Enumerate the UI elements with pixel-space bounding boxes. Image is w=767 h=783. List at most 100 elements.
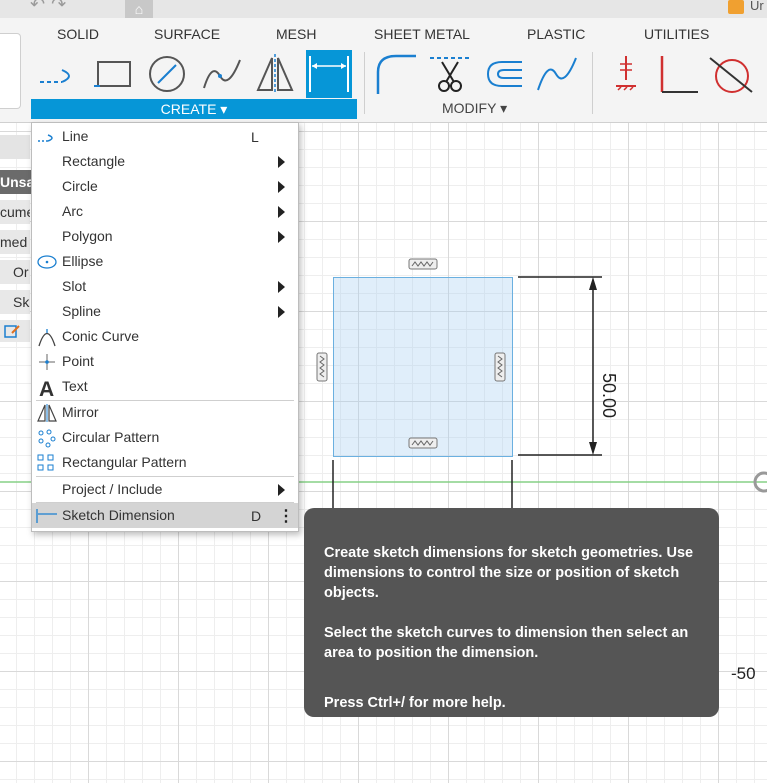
- tangent-icon: [709, 57, 753, 93]
- menu-item-slot[interactable]: Slot: [32, 274, 298, 299]
- hatch-tool-button[interactable]: [604, 50, 650, 98]
- perpendicular-tool-button[interactable]: [656, 50, 702, 98]
- rectangle-icon: [94, 61, 131, 87]
- rectangular-pattern-icon: [36, 453, 58, 473]
- tab-utilities[interactable]: UTILITIES: [644, 26, 709, 42]
- menu-item-circular-pattern[interactable]: Circular Pattern: [32, 425, 298, 450]
- menu-item-conic-curve[interactable]: Conic Curve: [32, 324, 298, 349]
- sketch-dimension-tool-button[interactable]: [306, 50, 352, 98]
- menu-item-ellipse[interactable]: Ellipse: [32, 249, 298, 274]
- sketch-dimension-icon: [36, 506, 58, 526]
- document-cube-icon: [728, 0, 744, 14]
- line-icon: [36, 127, 58, 147]
- menu-item-label: Line: [62, 128, 89, 144]
- mirror-icon: [256, 54, 294, 94]
- menu-item-mirror[interactable]: Mirror: [32, 400, 298, 425]
- spline-tool-button[interactable]: [198, 50, 244, 98]
- menu-item-arc[interactable]: Arc: [32, 199, 298, 224]
- menu-item-sketch-dimension[interactable]: Sketch Dimension D ⋮: [32, 503, 298, 528]
- browser-item-sketches[interactable]: Sk: [0, 290, 30, 314]
- hatch-icon: [616, 56, 636, 91]
- conic-curve-icon: [36, 327, 58, 347]
- home-icon[interactable]: ⌂: [125, 0, 153, 18]
- sketch-rectangle[interactable]: [333, 277, 513, 457]
- menu-item-label: Rectangle: [62, 153, 126, 169]
- menu-item-label: Project / Include: [62, 481, 163, 497]
- sketch-edit-icon: [4, 325, 20, 338]
- line-tool-button[interactable]: [36, 50, 82, 98]
- menu-item-rectangle[interactable]: Rectangle: [32, 149, 298, 174]
- more-options-icon[interactable]: ⋮: [278, 506, 294, 526]
- tooltip-help-hint: Press Ctrl+/ for more help.: [324, 695, 506, 711]
- modify-menu-button[interactable]: MODIFY ▾: [442, 100, 507, 117]
- browser-unsaved-tab[interactable]: Unsa: [0, 170, 32, 194]
- menu-item-spline[interactable]: Spline: [32, 299, 298, 324]
- dimension-value[interactable]: 50.00: [598, 373, 619, 418]
- menu-item-project-include[interactable]: Project / Include: [32, 477, 298, 502]
- point-icon: [36, 352, 58, 372]
- mirror-icon: [36, 403, 58, 423]
- circle-icon: [149, 56, 185, 92]
- data-panel-toggle[interactable]: [0, 33, 21, 109]
- submenu-arrow-icon: [278, 484, 285, 496]
- menu-item-line[interactable]: Line L: [32, 124, 298, 149]
- browser-item-document[interactable]: cume: [0, 200, 30, 224]
- toolbar-separator: [364, 52, 365, 114]
- create-label: CREATE ▾: [160, 101, 228, 117]
- undo-redo-icon[interactable]: ↶↷: [30, 0, 72, 15]
- shortcut-label: L: [251, 129, 259, 145]
- menu-item-point[interactable]: Point: [32, 349, 298, 374]
- offset-tool-button[interactable]: [480, 50, 526, 98]
- tab-mesh[interactable]: MESH: [276, 26, 316, 42]
- menu-item-label: Point: [62, 353, 94, 369]
- text-icon: A: [36, 377, 58, 397]
- submenu-arrow-icon: [278, 206, 285, 218]
- tab-surface[interactable]: SURFACE: [154, 26, 220, 42]
- menu-item-rectangular-pattern[interactable]: Rectangular Pattern: [32, 450, 298, 475]
- submenu-arrow-icon: [278, 231, 285, 243]
- tooltip-instructions: Select the sketch curves to dimension th…: [324, 625, 689, 661]
- document-name[interactable]: Ur: [750, 0, 764, 13]
- menu-item-text[interactable]: A Text: [32, 374, 298, 399]
- submenu-arrow-icon: [278, 156, 285, 168]
- menu-item-circle[interactable]: Circle: [32, 174, 298, 199]
- browser-item-origin[interactable]: Or: [0, 260, 30, 284]
- create-dropdown-menu: Line L Rectangle Circle Arc Polygon Elli…: [31, 122, 299, 532]
- menu-item-label: Text: [62, 378, 88, 394]
- dimension-arrow-top: [589, 277, 597, 290]
- tangent-tool-button[interactable]: [708, 50, 754, 98]
- tab-solid[interactable]: SOLID: [57, 26, 99, 42]
- menu-item-label: Spline: [62, 303, 101, 319]
- tool-tooltip: Create sketch dimensions for sketch geom…: [304, 508, 719, 717]
- fillet-icon: [376, 54, 416, 94]
- circle-tool-button[interactable]: [144, 50, 190, 98]
- svg-text:A: A: [39, 378, 54, 397]
- mirror-tool-button[interactable]: [252, 50, 298, 98]
- circular-pattern-icon: [36, 428, 58, 448]
- fillet-tool-button[interactable]: [372, 50, 418, 98]
- extend-icon: [537, 57, 577, 91]
- extend-tool-button[interactable]: [534, 50, 580, 98]
- rectangle-tool-button[interactable]: [90, 50, 136, 98]
- trim-icon: [430, 57, 470, 92]
- ellipse-icon: [36, 252, 58, 272]
- trim-tool-button[interactable]: [426, 50, 472, 98]
- vertical-constraint-left-icon[interactable]: [316, 352, 328, 382]
- title-strip: ↶↷ ⌂ Ur: [0, 0, 767, 18]
- browser-item-named[interactable]: med: [0, 230, 30, 254]
- menu-item-label: Circular Pattern: [62, 429, 160, 445]
- menu-item-label: Mirror: [62, 404, 99, 420]
- create-menu-button[interactable]: CREATE ▾: [31, 99, 357, 119]
- tab-sheet-metal[interactable]: SHEET METAL: [374, 26, 470, 42]
- perpendicular-icon: [660, 56, 698, 93]
- vertical-constraint-right-icon[interactable]: [494, 352, 506, 382]
- browser-sketch-icon-row[interactable]: [0, 320, 30, 342]
- horizontal-constraint-top-icon[interactable]: [408, 258, 438, 270]
- spline-icon: [203, 59, 241, 89]
- tab-plastic[interactable]: PLASTIC: [527, 26, 585, 42]
- horizontal-constraint-bottom-icon[interactable]: [408, 437, 438, 449]
- ribbon-toolbar: ↶↷ ⌂ Ur SOLID SURFACE MESH SHEET METAL P…: [0, 0, 767, 123]
- submenu-arrow-icon: [278, 281, 285, 293]
- menu-item-polygon[interactable]: Polygon: [32, 224, 298, 249]
- shortcut-label: D: [251, 508, 262, 524]
